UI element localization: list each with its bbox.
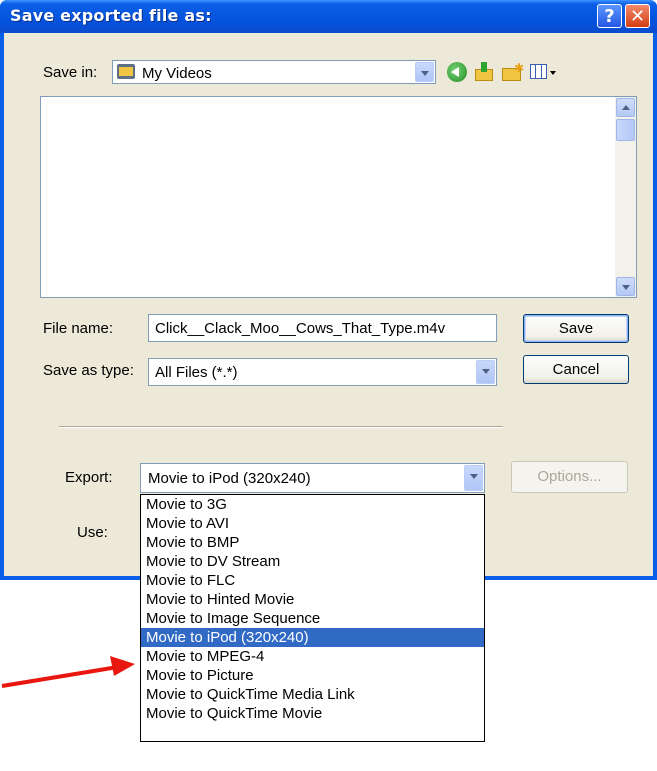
- arrow-shaft: [1, 665, 119, 688]
- arrow-head: [110, 656, 135, 676]
- annotation-arrow: [1, 656, 135, 688]
